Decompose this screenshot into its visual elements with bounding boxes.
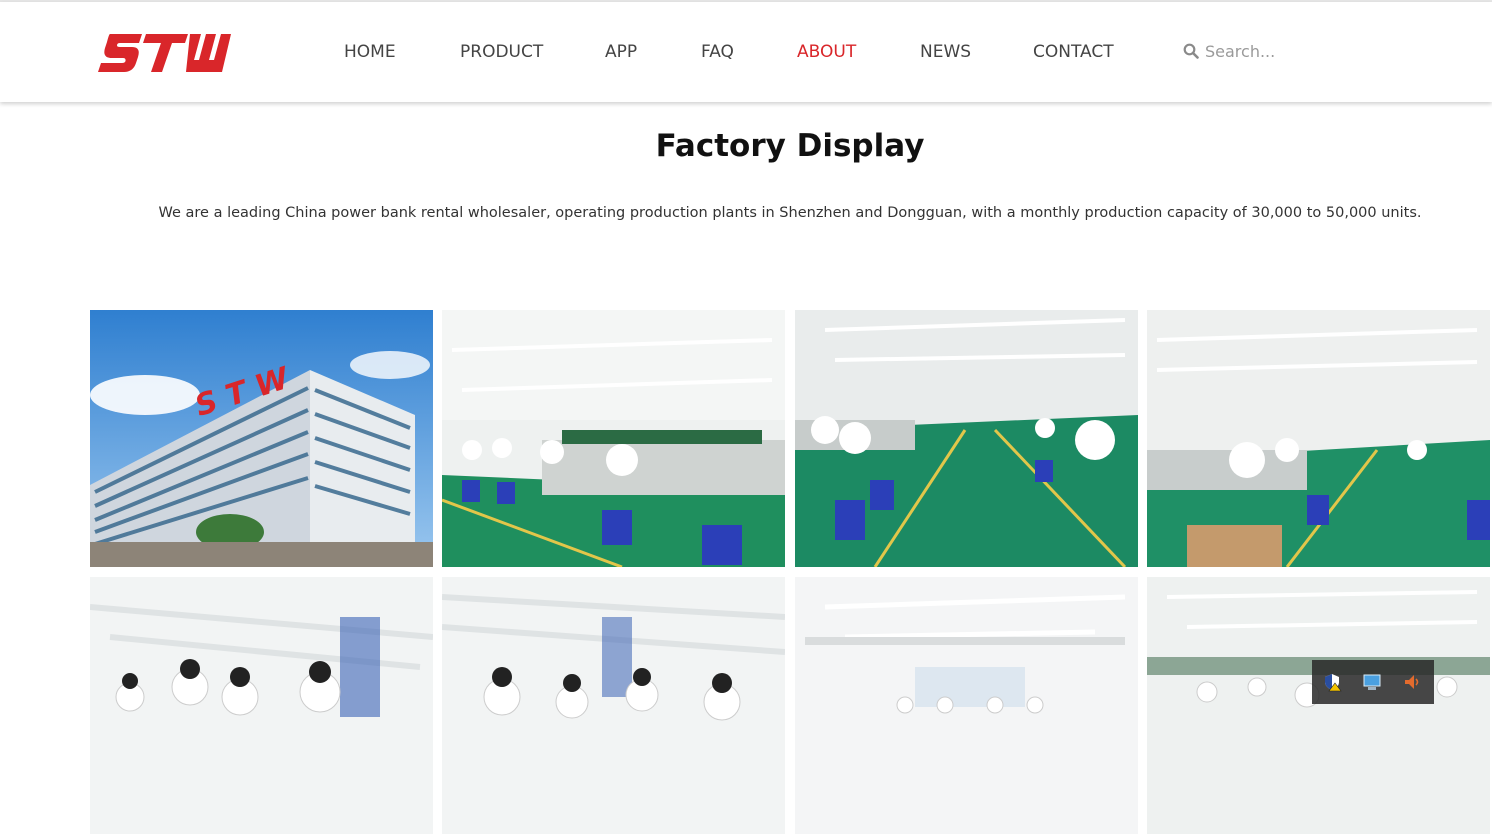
search-icon[interactable] xyxy=(1183,43,1199,59)
stw-logo-mark: ® xyxy=(98,34,231,72)
site-header: ® HOME PRODUCT APP FAQ ABOUT NEWS CONTAC… xyxy=(0,2,1492,102)
gallery-photo-assembly-line-5[interactable] xyxy=(442,577,785,834)
gallery-photo-factory-building[interactable]: S T W xyxy=(90,310,433,567)
nav-news[interactable]: NEWS xyxy=(920,42,971,62)
registered-mark: ® xyxy=(222,34,231,44)
page-title: Factory Display xyxy=(655,128,925,164)
volume-warning-icon[interactable] xyxy=(1402,672,1422,692)
gallery-photo-assembly-line-6[interactable] xyxy=(795,577,1138,834)
nav-home[interactable]: HOME xyxy=(344,42,396,62)
nav-about[interactable]: ABOUT xyxy=(797,42,856,62)
gallery-photo-assembly-line-4[interactable] xyxy=(90,577,433,834)
search-box xyxy=(1183,38,1343,64)
nav-product[interactable]: PRODUCT xyxy=(460,42,543,62)
system-tray xyxy=(1312,660,1434,704)
network-icon[interactable] xyxy=(1362,672,1382,692)
stw-logo[interactable]: ® xyxy=(98,32,233,74)
intro-text: We are a leading China power bank rental… xyxy=(158,205,1422,221)
shield-warning-icon[interactable] xyxy=(1322,672,1342,692)
gallery-photo-assembly-line-3[interactable] xyxy=(1147,310,1490,567)
nav-faq[interactable]: FAQ xyxy=(701,42,734,62)
search-input[interactable] xyxy=(1205,39,1335,63)
gallery-photo-assembly-line-7[interactable] xyxy=(1147,577,1490,834)
nav-app[interactable]: APP xyxy=(605,42,637,62)
gallery-photo-assembly-line-2[interactable] xyxy=(795,310,1138,567)
gallery-photo-assembly-line-1[interactable] xyxy=(442,310,785,567)
factory-gallery: S T W xyxy=(90,310,1492,834)
nav-contact[interactable]: CONTACT xyxy=(1033,42,1114,62)
